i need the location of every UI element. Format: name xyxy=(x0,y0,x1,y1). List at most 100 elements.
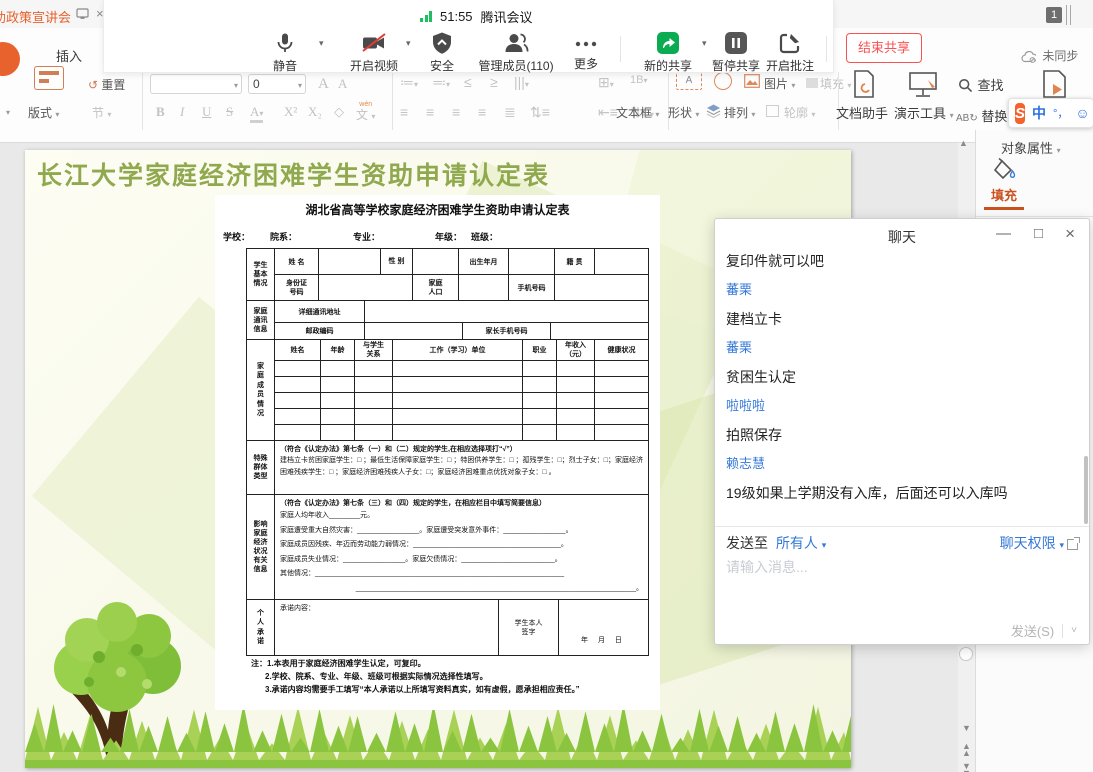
font-size-combo[interactable]: 0▾ xyxy=(248,74,306,94)
economic-heading: （符合《认定办法》第七条（三）和（四）规定的学生，在相应栏目中填写简要信息） xyxy=(280,498,643,509)
popout-icon[interactable] xyxy=(1067,539,1078,550)
pause-share-label: 暂停共享 xyxy=(710,57,762,74)
divider xyxy=(620,36,621,62)
divider xyxy=(142,72,143,130)
justify-icon[interactable]: ≡ xyxy=(478,104,486,120)
font-family-combo[interactable]: ▾ xyxy=(150,74,242,94)
increase-indent-icon[interactable]: ≥ xyxy=(490,74,498,90)
phonetic-guide-icon[interactable]: wén文 ▾ xyxy=(356,100,375,122)
panel-collapse-icon[interactable]: ▲ xyxy=(959,138,968,148)
ime-bar[interactable]: S 中 °， ☺ xyxy=(1008,98,1093,128)
form-field-school: 学校： xyxy=(223,230,250,243)
subscript-icon[interactable]: X₂ xyxy=(308,104,322,120)
ime-language-mode[interactable]: 中 xyxy=(1032,103,1046,123)
more-layouts-caret[interactable]: ▾ xyxy=(6,108,10,117)
chat-sender: 蕃栗 xyxy=(726,340,1078,356)
form-section-special: 特殊群体类型 （符合《认定办法》第七条（一）和（二）规定的学生,在相应选择项打“… xyxy=(246,440,649,495)
annotate-button[interactable]: 开启批注 xyxy=(764,31,816,74)
more-button[interactable]: 更多 xyxy=(566,31,606,72)
send-options-caret[interactable]: ˅ xyxy=(1071,625,1077,636)
shapes-button[interactable]: 形状 ▾ xyxy=(668,104,699,121)
menu-insert[interactable]: 插入 xyxy=(56,46,82,65)
reset-button[interactable]: ↺ 重置 xyxy=(88,76,125,93)
grass-decoration xyxy=(25,704,851,768)
pause-share-button[interactable]: 暂停共享 xyxy=(710,31,762,74)
next-slide-icon[interactable]: ▼▼ xyxy=(958,763,975,772)
chat-scrollbar[interactable] xyxy=(1084,456,1088,524)
layout-button[interactable]: 版式 ▾ xyxy=(28,104,59,121)
align-right-icon[interactable]: ≡ xyxy=(452,104,460,120)
sogou-logo-icon[interactable]: S xyxy=(1015,103,1025,124)
side-label-members: 家庭成员情况 xyxy=(256,362,265,419)
outline-button[interactable]: 轮廓 ▾ xyxy=(784,104,815,121)
manage-members-button[interactable]: 管理成员(110) xyxy=(472,31,560,74)
form-section-members: 家庭成员情况 姓名 年龄 与学生关系 工作（学习）单位 职业 年收入（元） 健康… xyxy=(246,339,649,441)
minimize-icon[interactable]: — xyxy=(996,225,1011,243)
increase-font-icon[interactable]: A xyxy=(318,76,329,93)
divider xyxy=(715,526,1089,527)
ime-emoji-icon[interactable]: ☺ xyxy=(1075,105,1089,121)
send-to-dropdown[interactable]: 所有人 ▾ xyxy=(776,535,826,551)
find-button[interactable]: 查找 xyxy=(958,75,1003,95)
divider xyxy=(1066,5,1067,25)
chat-window: 聊天 — □ × 复印件就可以吧 蕃栗 建档立卡 蕃栗 贫困生认定 啦啦啦 拍照… xyxy=(714,218,1090,645)
screen-share-tab-icon[interactable] xyxy=(76,8,89,20)
columns-icon[interactable]: 1B▾ xyxy=(630,74,647,86)
ime-punctuation-mode[interactable]: °， xyxy=(1053,105,1068,121)
italic-icon[interactable]: I xyxy=(180,104,184,120)
replace-button[interactable]: AB↻ 替换 xyxy=(956,106,1007,125)
textbox-button[interactable]: 文本框 ▾ xyxy=(616,104,659,121)
end-share-button[interactable]: 结束共享 xyxy=(846,33,922,63)
send-button[interactable]: 发送(S) xyxy=(1011,621,1054,640)
align-center-icon[interactable]: ≡ xyxy=(426,104,434,120)
numbered-list-icon[interactable]: ≕▾ xyxy=(432,74,450,91)
superscript-icon[interactable]: X² xyxy=(284,104,297,120)
mute-options-caret[interactable]: ▾ xyxy=(319,38,324,49)
align-objects-icon[interactable]: ⇤≡ xyxy=(598,104,618,121)
section-button[interactable]: 节 ▾ xyxy=(92,104,111,121)
previous-slide-icon[interactable]: ▲▲ xyxy=(958,743,975,757)
arrange-button[interactable]: 排列 ▾ xyxy=(724,104,755,121)
underline-icon[interactable]: U xyxy=(202,104,211,120)
sync-status-label: 未同步 xyxy=(1042,49,1078,63)
line-spacing-icon[interactable]: ⇅≡ xyxy=(530,104,550,121)
close-icon[interactable]: × xyxy=(1065,225,1075,243)
chat-header[interactable]: 聊天 — □ × xyxy=(715,219,1089,249)
security-button[interactable]: 安全 xyxy=(422,31,462,74)
table-icon[interactable]: ⊞▾ xyxy=(598,74,614,91)
clear-format-icon[interactable]: ◇ xyxy=(334,104,344,120)
new-share-button[interactable]: 新的共享 xyxy=(642,31,694,74)
member-col-name: 姓名 xyxy=(291,347,305,354)
distribute-icon[interactable]: ≣ xyxy=(504,104,516,121)
present-tools-button[interactable]: 演示工具 ▾ xyxy=(894,103,954,122)
chat-input-area[interactable] xyxy=(726,557,1078,620)
bold-icon[interactable]: B xyxy=(156,104,165,120)
decrease-font-icon[interactable]: A xyxy=(338,76,347,92)
align-left-icon[interactable]: ≡ xyxy=(400,104,408,120)
chat-input[interactable] xyxy=(726,557,1076,615)
wps-logo[interactable] xyxy=(0,42,20,76)
mute-button[interactable]: 静音 xyxy=(262,31,308,74)
strikethrough-icon[interactable]: S xyxy=(226,104,233,120)
text-direction-icon[interactable]: |||▾ xyxy=(514,74,529,90)
share-options-caret[interactable]: ▾ xyxy=(702,38,707,49)
camera-options-caret[interactable]: ▾ xyxy=(406,38,411,49)
bullet-list-icon[interactable]: ≔▾ xyxy=(400,74,418,91)
scrollbar-thumb[interactable] xyxy=(959,647,973,661)
chat-permission-dropdown[interactable]: 聊天权限 ▾ xyxy=(1000,533,1078,553)
doc-assistant-button[interactable]: 文档助手 xyxy=(836,103,888,122)
side-label-promise: 个人承诺 xyxy=(256,609,265,647)
decrease-indent-icon[interactable]: ≤ xyxy=(464,74,472,90)
picture-button[interactable]: 图片 ▾ xyxy=(764,75,795,92)
fill-tab[interactable]: 填充 xyxy=(984,158,1024,210)
aid-application-form: 湖北省高等学校家庭经济困难学生资助申请认定表 学校： 院系： 专业： 年级： 班… xyxy=(215,195,660,710)
fill-button[interactable]: 填充 ▾ xyxy=(806,75,851,92)
scroll-down-icon[interactable]: ▼ xyxy=(958,725,975,732)
promise-sign-label: 学生本人签字 xyxy=(512,619,546,637)
maximize-icon[interactable]: □ xyxy=(1034,225,1043,243)
play-from-current-icon[interactable] xyxy=(1042,70,1068,98)
chat-sender: 啦啦啦 xyxy=(726,398,1078,414)
font-color-icon[interactable]: A▾ xyxy=(250,104,263,123)
economic-line: 家庭成员因残疾、年迈而劳动能力弱情况：_____________________… xyxy=(280,538,643,553)
camera-button[interactable]: 开启视频 xyxy=(346,31,402,74)
